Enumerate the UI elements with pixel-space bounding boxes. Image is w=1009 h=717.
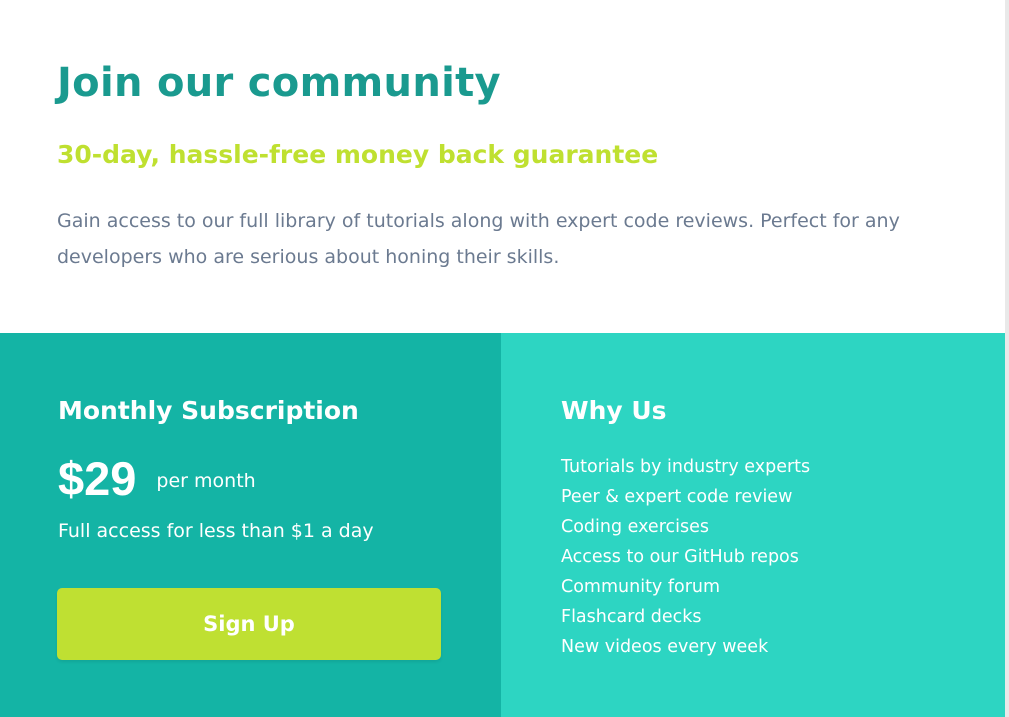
- price-period: per month: [156, 469, 256, 492]
- plans-section: Monthly Subscription $29 per month Full …: [0, 333, 1005, 717]
- sign-up-button[interactable]: Sign Up: [57, 588, 441, 660]
- price-amount: $29: [58, 452, 137, 505]
- feature-item: Coding exercises: [561, 517, 709, 537]
- feature-item: Tutorials by industry experts: [561, 457, 811, 477]
- feature-list: Tutorials by industry experts Peer & exp…: [561, 452, 810, 662]
- feature-item: New videos every week: [561, 637, 769, 657]
- feature-item: Access to our GitHub repos: [561, 547, 799, 567]
- price-note: Full access for less than $1 a day: [58, 520, 374, 542]
- feature-item: Peer & expert code review: [561, 487, 793, 507]
- page-title: Join our community: [57, 60, 501, 106]
- feature-item: Flashcard decks: [561, 607, 702, 627]
- guarantee-subtitle: 30-day, hassle-free money back guarantee: [57, 140, 659, 169]
- subscription-panel: Monthly Subscription $29 per month Full …: [0, 333, 501, 717]
- page: Join our community 30-day, hassle-free m…: [0, 0, 1009, 717]
- feature-item: Community forum: [561, 577, 721, 597]
- page-edge-divider: [1005, 0, 1009, 717]
- why-us-heading: Why Us: [561, 396, 667, 425]
- price-row: $29 per month: [58, 451, 256, 506]
- why-us-panel: Why Us Tutorials by industry experts Pee…: [501, 333, 1005, 717]
- hero-description: Gain access to our full library of tutor…: [57, 210, 900, 268]
- pricing-card: Join our community 30-day, hassle-free m…: [0, 0, 1005, 717]
- hero-section: Join our community 30-day, hassle-free m…: [0, 0, 1005, 333]
- subscription-heading: Monthly Subscription: [58, 396, 359, 425]
